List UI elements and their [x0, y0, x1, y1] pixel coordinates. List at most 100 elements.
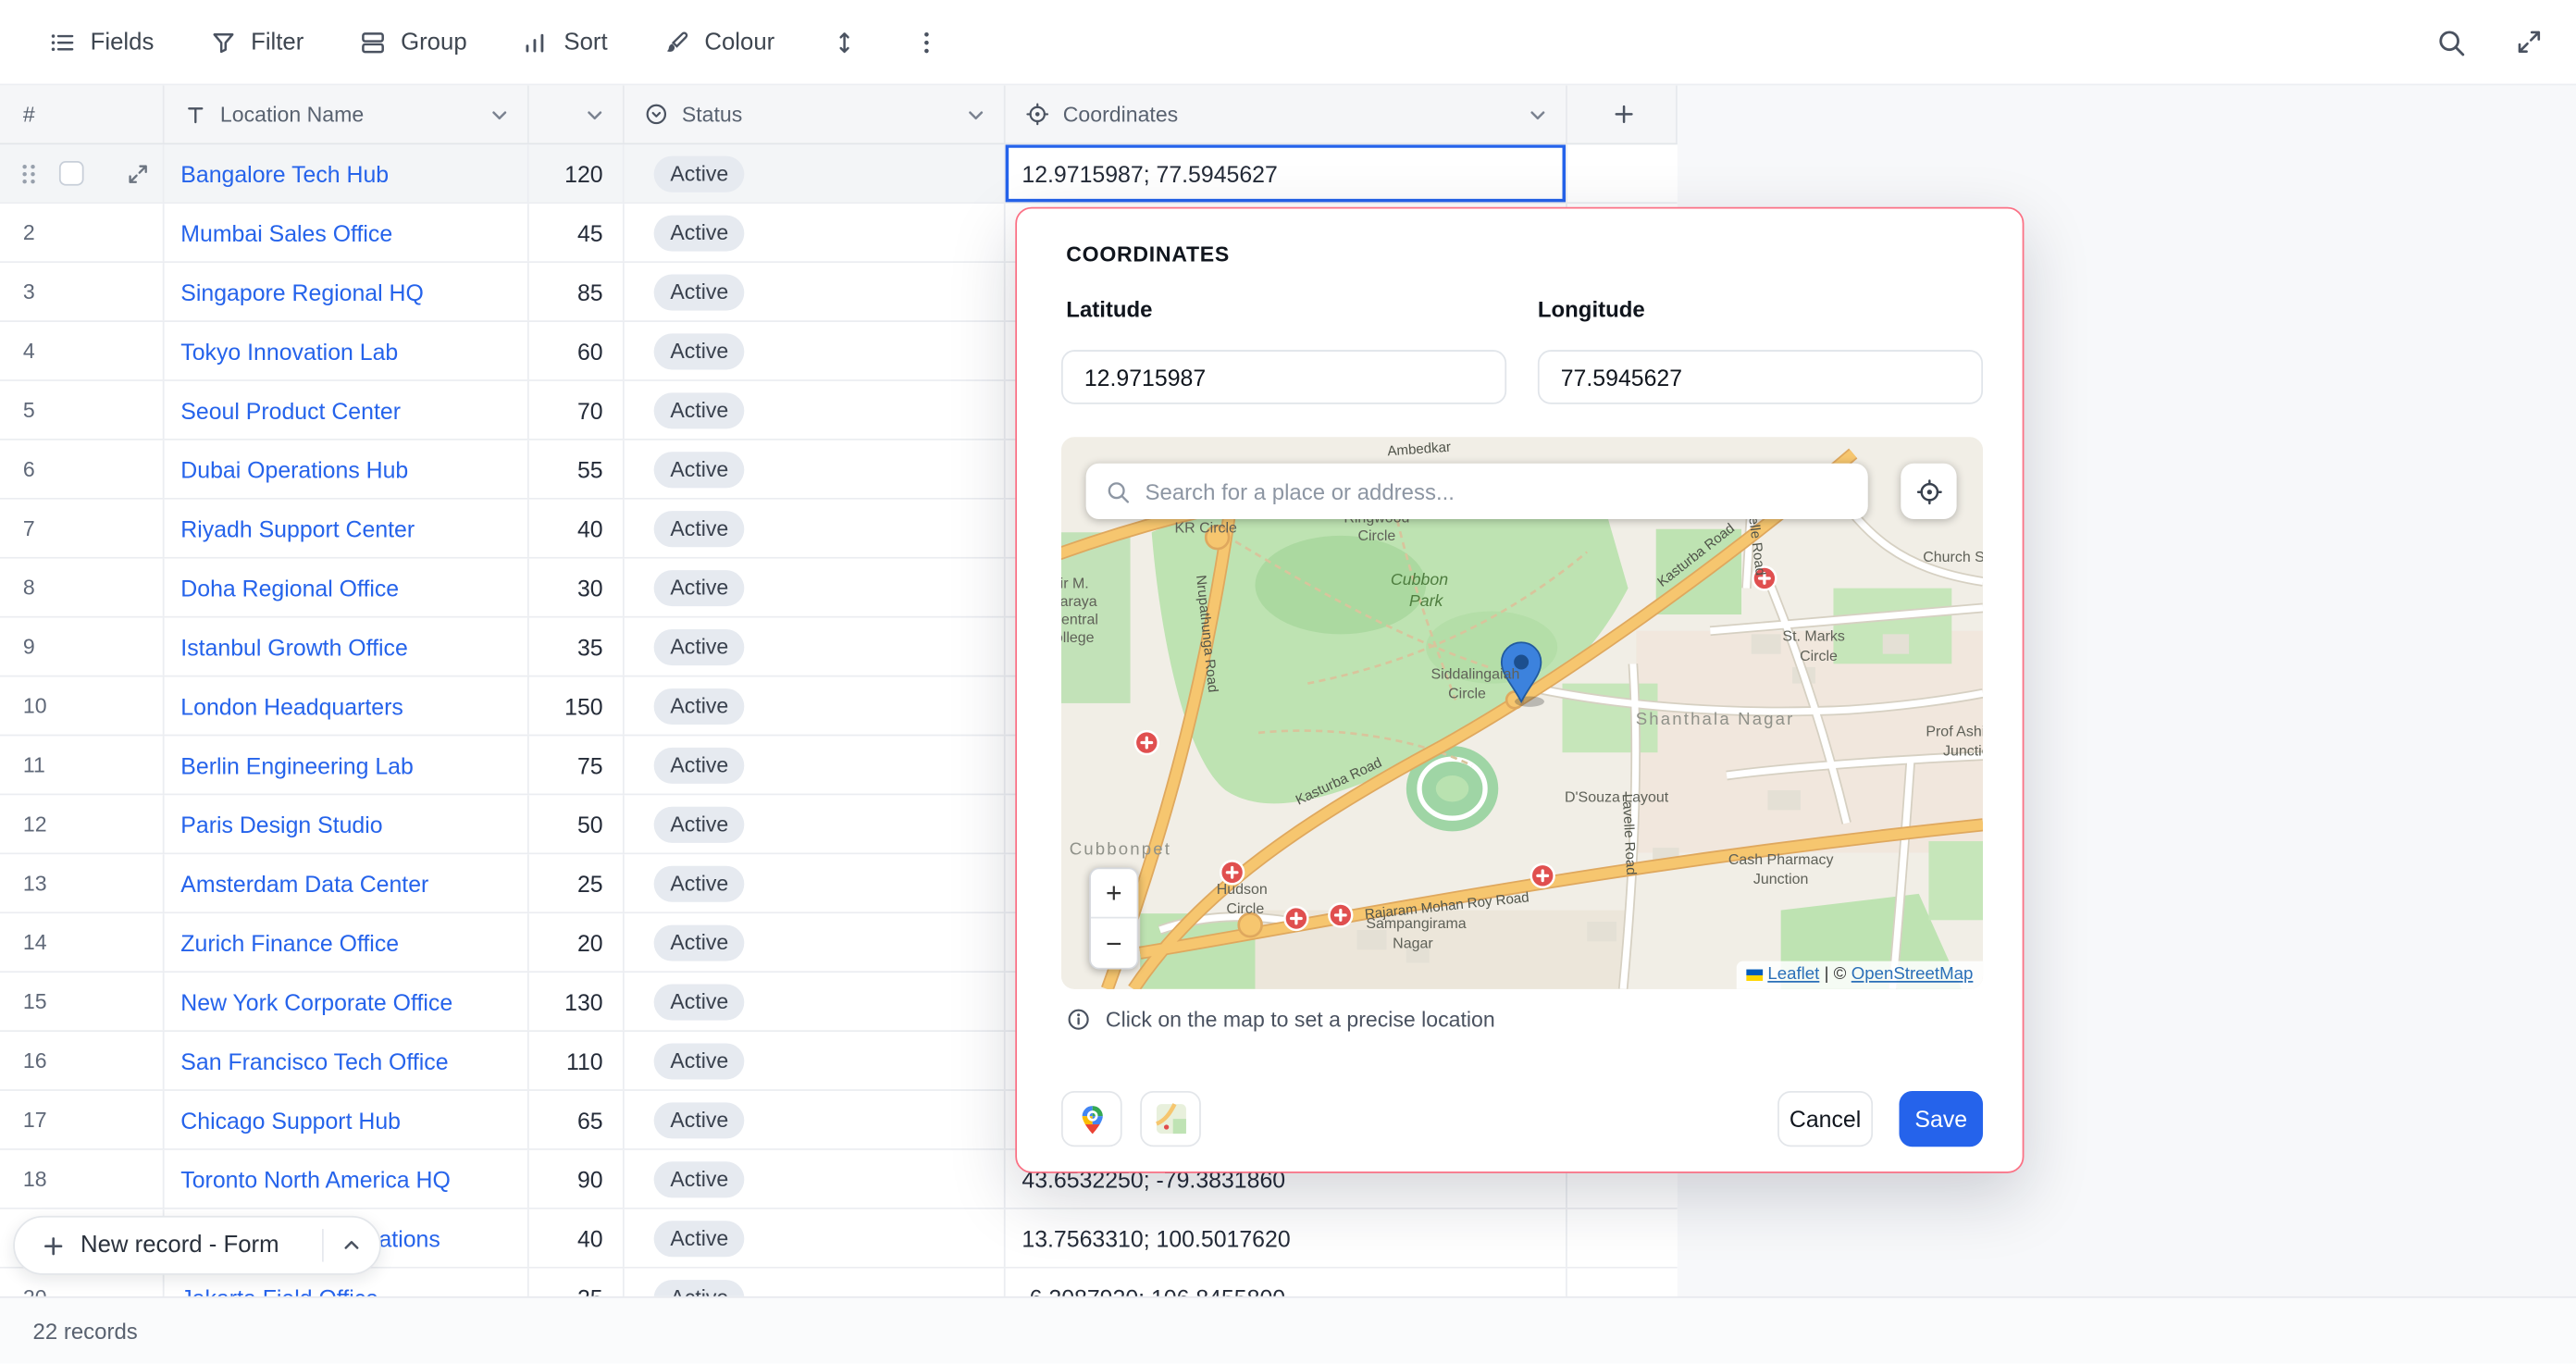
row-index-cell[interactable]: 5	[0, 381, 165, 439]
status-cell[interactable]: Active	[625, 144, 1006, 202]
count-cell[interactable]: 40	[529, 1209, 625, 1267]
location-name-cell[interactable]: London Headquarters	[165, 677, 529, 735]
column-header-count[interactable]	[529, 85, 625, 143]
fields-button[interactable]: Fields	[49, 29, 154, 55]
row-index-cell[interactable]: 4	[0, 322, 165, 379]
chevron-down-icon[interactable]	[1526, 103, 1549, 126]
map-preview-button[interactable]	[1140, 1091, 1201, 1147]
status-cell[interactable]: Active	[625, 854, 1006, 911]
zoom-out-button[interactable]: −	[1091, 919, 1137, 968]
count-cell[interactable]: 110	[529, 1032, 625, 1089]
latitude-input[interactable]	[1061, 350, 1506, 404]
count-cell[interactable]: 60	[529, 322, 625, 379]
count-cell[interactable]: 70	[529, 381, 625, 439]
location-name-cell[interactable]: Berlin Engineering Lab	[165, 736, 529, 793]
row-index-cell[interactable]	[0, 144, 165, 202]
count-cell[interactable]: 75	[529, 736, 625, 793]
status-cell[interactable]: Active	[625, 736, 1006, 793]
count-cell[interactable]: 30	[529, 559, 625, 616]
location-name-cell[interactable]: New York Corporate Office	[165, 973, 529, 1030]
location-name-cell[interactable]: Tokyo Innovation Lab	[165, 322, 529, 379]
location-name-link[interactable]: Bangalore Tech Hub	[180, 160, 389, 186]
location-name-cell[interactable]: Istanbul Growth Office	[165, 618, 529, 676]
openstreetmap-link[interactable]: OpenStreetMap	[1852, 964, 1974, 984]
location-name-cell[interactable]: Riyadh Support Center	[165, 500, 529, 557]
location-name-link[interactable]: New York Corporate Office	[180, 988, 452, 1014]
status-cell[interactable]: Active	[625, 204, 1006, 261]
status-cell[interactable]: Active	[625, 263, 1006, 320]
count-cell[interactable]: 85	[529, 263, 625, 320]
save-button[interactable]: Save	[1899, 1091, 1983, 1147]
search-button[interactable]	[2436, 27, 2466, 56]
count-cell[interactable]: 130	[529, 973, 625, 1030]
status-cell[interactable]: Active	[625, 322, 1006, 379]
coordinates-cell[interactable]: 12.9715987; 77.5945627	[1006, 144, 1567, 202]
row-height-button[interactable]	[831, 29, 857, 55]
row-index-cell[interactable]: 15	[0, 973, 165, 1030]
row-index-cell[interactable]: 12	[0, 795, 165, 852]
status-cell[interactable]: Active	[625, 795, 1006, 852]
longitude-input[interactable]	[1538, 350, 1983, 404]
add-column-button[interactable]	[1567, 85, 1678, 143]
open-google-maps-button[interactable]	[1061, 1091, 1122, 1147]
location-name-cell[interactable]: Chicago Support Hub	[165, 1091, 529, 1148]
table-row[interactable]: Bangalore Tech Hub 120 Active 12.9715987…	[0, 144, 1678, 204]
count-cell[interactable]: 65	[529, 1091, 625, 1148]
status-cell[interactable]: Active	[625, 1269, 1006, 1296]
count-cell[interactable]: 150	[529, 677, 625, 735]
colour-button[interactable]: Colour	[663, 29, 774, 55]
coordinates-cell[interactable]: -6.2087920; 106.8455800	[1006, 1269, 1567, 1296]
column-header-status[interactable]: Status	[625, 85, 1006, 143]
cancel-button[interactable]: Cancel	[1777, 1091, 1873, 1147]
location-name-link[interactable]: San Francisco Tech Office	[180, 1048, 448, 1073]
location-name-link[interactable]: Toronto North America HQ	[180, 1166, 450, 1192]
location-name-link[interactable]: Berlin Engineering Lab	[180, 751, 414, 777]
row-index-cell[interactable]: 10	[0, 677, 165, 735]
drag-handle-icon[interactable]	[19, 160, 38, 186]
group-button[interactable]: Group	[360, 29, 467, 55]
location-name-cell[interactable]: Dubai Operations Hub	[165, 440, 529, 498]
row-index-cell[interactable]: 16	[0, 1032, 165, 1089]
location-name-link[interactable]: Amsterdam Data Center	[180, 870, 428, 896]
count-cell[interactable]: 55	[529, 440, 625, 498]
status-cell[interactable]: Active	[625, 1150, 1006, 1208]
location-name-cell[interactable]: Mumbai Sales Office	[165, 204, 529, 261]
count-cell[interactable]: 35	[529, 618, 625, 676]
chevron-down-icon[interactable]	[964, 103, 987, 126]
map[interactable]: AmbedkarKR CircleRingwoodCircleCubbonPar…	[1061, 437, 1983, 989]
status-cell[interactable]: Active	[625, 440, 1006, 498]
location-name-link[interactable]: Doha Regional Office	[180, 575, 399, 601]
count-cell[interactable]: 50	[529, 795, 625, 852]
count-cell[interactable]: 45	[529, 204, 625, 261]
expand-view-button[interactable]	[2515, 28, 2543, 56]
location-name-cell[interactable]: Doha Regional Office	[165, 559, 529, 616]
filter-button[interactable]: Filter	[210, 29, 304, 55]
status-cell[interactable]: Active	[625, 1209, 1006, 1267]
row-index-cell[interactable]: 2	[0, 204, 165, 261]
row-index-cell[interactable]: 8	[0, 559, 165, 616]
location-name-cell[interactable]: Paris Design Studio	[165, 795, 529, 852]
sort-button[interactable]: Sort	[523, 29, 608, 55]
location-name-link[interactable]: Zurich Finance Office	[180, 929, 399, 955]
row-index-cell[interactable]: 7	[0, 500, 165, 557]
row-index-cell[interactable]: 18	[0, 1150, 165, 1208]
zoom-in-button[interactable]: +	[1091, 869, 1137, 918]
location-name-link[interactable]: Riyadh Support Center	[180, 515, 415, 541]
count-cell[interactable]: 40	[529, 500, 625, 557]
location-name-cell[interactable]: Bangalore Tech Hub	[165, 144, 529, 202]
row-checkbox[interactable]	[59, 161, 84, 186]
location-name-link[interactable]: Jakarta Field Office	[180, 1284, 378, 1296]
location-name-link[interactable]: Tokyo Innovation Lab	[180, 338, 398, 364]
status-cell[interactable]: Active	[625, 618, 1006, 676]
status-cell[interactable]: Active	[625, 1091, 1006, 1148]
expand-record-icon[interactable]	[127, 162, 150, 185]
location-name-cell[interactable]: Zurich Finance Office	[165, 913, 529, 971]
row-index-cell[interactable]: 6	[0, 440, 165, 498]
status-cell[interactable]: Active	[625, 500, 1006, 557]
location-name-link[interactable]: Dubai Operations Hub	[180, 456, 408, 482]
new-record-options-button[interactable]	[324, 1234, 379, 1257]
status-cell[interactable]: Active	[625, 559, 1006, 616]
column-header-coordinates[interactable]: Coordinates	[1006, 85, 1567, 143]
chevron-down-icon[interactable]	[488, 103, 511, 126]
coordinates-cell[interactable]: 13.7563310; 100.5017620	[1006, 1209, 1567, 1267]
